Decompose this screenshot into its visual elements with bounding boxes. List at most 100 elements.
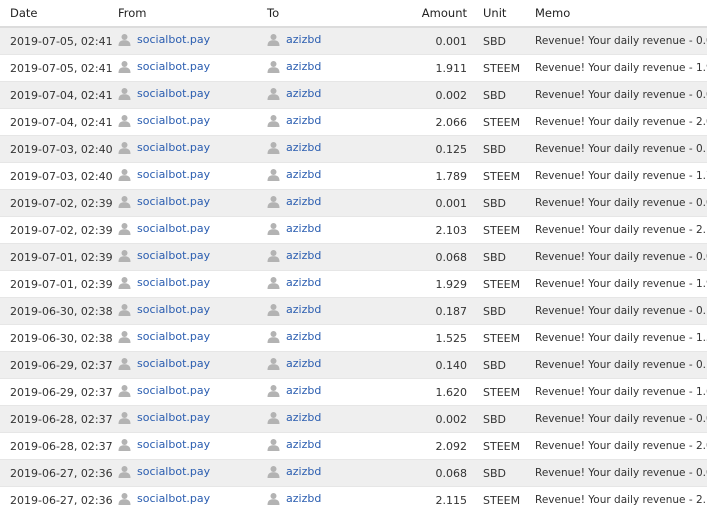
from-account-link[interactable]: socialbot.pay — [137, 168, 210, 181]
to-account-link[interactable]: azizbd — [286, 438, 321, 451]
to-account-link[interactable]: azizbd — [286, 276, 321, 289]
row-date: 2019-07-04, 02:41 — [0, 82, 118, 109]
row-date: 2019-07-01, 02:39 — [0, 271, 118, 298]
to-account-link[interactable]: azizbd — [286, 411, 321, 424]
to-account-link[interactable]: azizbd — [286, 303, 321, 316]
from-account-link[interactable]: socialbot.pay — [137, 141, 210, 154]
user-icon — [118, 438, 131, 451]
table-row: 2019-06-30, 02:38socialbot.payazizbd1.52… — [0, 325, 707, 352]
row-to: azizbd — [267, 487, 386, 513]
from-account-link[interactable]: socialbot.pay — [137, 303, 210, 316]
to-account-link[interactable]: azizbd — [286, 465, 321, 478]
from-account-link[interactable]: socialbot.pay — [137, 87, 210, 100]
row-date: 2019-07-01, 02:39 — [0, 244, 118, 271]
user-icon — [118, 357, 131, 370]
table-header-row: Date From To Amount Unit Memo — [0, 0, 707, 27]
row-memo: Revenue! Your daily revenue - 0.001 — [527, 27, 707, 55]
row-amount: 0.187 — [386, 298, 475, 325]
from-account-link[interactable]: socialbot.pay — [137, 222, 210, 235]
to-account-link[interactable]: azizbd — [286, 87, 321, 100]
to-account-link[interactable]: azizbd — [286, 141, 321, 154]
transfers-table: Date From To Amount Unit Memo 2019-07-05… — [0, 0, 707, 513]
to-account-link[interactable]: azizbd — [286, 60, 321, 73]
row-date: 2019-07-05, 02:41 — [0, 27, 118, 55]
row-amount: 0.068 — [386, 244, 475, 271]
from-account-link[interactable]: socialbot.pay — [137, 492, 210, 505]
user-icon — [267, 276, 280, 289]
row-unit: STEEM — [475, 379, 527, 406]
row-unit: SBD — [475, 82, 527, 109]
table-row: 2019-07-02, 02:39socialbot.payazizbd0.00… — [0, 190, 707, 217]
from-account-link[interactable]: socialbot.pay — [137, 60, 210, 73]
row-to: azizbd — [267, 433, 386, 460]
row-unit: SBD — [475, 136, 527, 163]
row-unit: SBD — [475, 244, 527, 271]
to-account-link[interactable]: azizbd — [286, 195, 321, 208]
to-account-link[interactable]: azizbd — [286, 384, 321, 397]
table-row: 2019-07-04, 02:41 socialbot.pay azizbd 0.00… — [0, 82, 707, 109]
from-account-link[interactable]: socialbot.pay — [137, 438, 210, 451]
from-account-link[interactable]: socialbot.pay — [137, 249, 210, 262]
row-unit: SBD — [475, 352, 527, 379]
from-account-link[interactable]: socialbot.pay — [137, 114, 210, 127]
row-from: socialbot.pay — [118, 379, 267, 406]
row-amount: 0.002 — [386, 82, 475, 109]
user-icon — [267, 168, 280, 181]
user-icon — [118, 303, 131, 316]
row-memo: Revenue! Your daily revenue - 0.001 — [527, 190, 707, 217]
header-memo[interactable]: Memo — [527, 0, 707, 27]
to-account-link[interactable]: azizbd — [286, 168, 321, 181]
row-to: azizbd — [267, 352, 386, 379]
row-from: socialbot.pay — [118, 136, 267, 163]
row-to: azizbd — [267, 217, 386, 244]
user-icon — [267, 33, 280, 46]
row-unit: STEEM — [475, 163, 527, 190]
user-icon — [267, 114, 280, 127]
row-memo: Revenue! Your daily revenue - 0.002 — [527, 82, 707, 109]
header-unit[interactable]: Unit — [475, 0, 527, 27]
user-icon — [267, 60, 280, 73]
user-icon — [118, 222, 131, 235]
row-unit: SBD — [475, 190, 527, 217]
row-amount: 2.092 — [386, 433, 475, 460]
from-account-link[interactable]: socialbot.pay — [137, 276, 210, 289]
row-unit: SBD — [475, 27, 527, 55]
user-icon — [267, 492, 280, 505]
table-row: 2019-07-05, 02:41socialbot.payazizbd1.91… — [0, 55, 707, 82]
row-from: socialbot.pay — [118, 55, 267, 82]
to-account-link[interactable]: azizbd — [286, 249, 321, 262]
to-account-link[interactable]: azizbd — [286, 114, 321, 127]
table-row: 2019-07-05, 02:41socialbot.payazizbd0.00… — [0, 27, 707, 55]
row-to: azizbd — [267, 163, 386, 190]
row-unit: STEEM — [475, 325, 527, 352]
header-from[interactable]: From — [118, 0, 267, 27]
header-date[interactable]: Date — [0, 0, 118, 27]
user-icon — [118, 384, 131, 397]
from-account-link[interactable]: socialbot.pay — [137, 33, 210, 46]
row-to: azizbd — [267, 325, 386, 352]
to-account-link[interactable]: azizbd — [286, 222, 321, 235]
from-account-link[interactable]: socialbot.pay — [137, 330, 210, 343]
row-to: azizbd — [267, 244, 386, 271]
row-unit: STEEM — [475, 487, 527, 513]
from-account-link[interactable]: socialbot.pay — [137, 411, 210, 424]
from-account-link[interactable]: socialbot.pay — [137, 384, 210, 397]
row-unit: STEEM — [475, 109, 527, 136]
from-account-link[interactable]: socialbot.pay — [137, 357, 210, 370]
header-amount[interactable]: Amount — [386, 0, 475, 27]
header-to[interactable]: To — [267, 0, 386, 27]
from-account-link[interactable]: socialbot.pay — [137, 195, 210, 208]
user-icon — [267, 195, 280, 208]
to-account-link[interactable]: azizbd — [286, 492, 321, 505]
row-date: 2019-07-02, 02:39 — [0, 190, 118, 217]
row-to: azizbd — [267, 460, 386, 487]
to-account-link[interactable]: azizbd — [286, 357, 321, 370]
to-account-link[interactable]: azizbd — [286, 33, 321, 46]
user-icon — [118, 87, 131, 100]
user-icon — [118, 141, 131, 154]
row-date: 2019-07-03, 02:40 — [0, 136, 118, 163]
to-account-link[interactable]: azizbd — [286, 330, 321, 343]
from-account-link[interactable]: socialbot.pay — [137, 465, 210, 478]
row-to: azizbd — [267, 190, 386, 217]
row-to: azizbd — [267, 379, 386, 406]
